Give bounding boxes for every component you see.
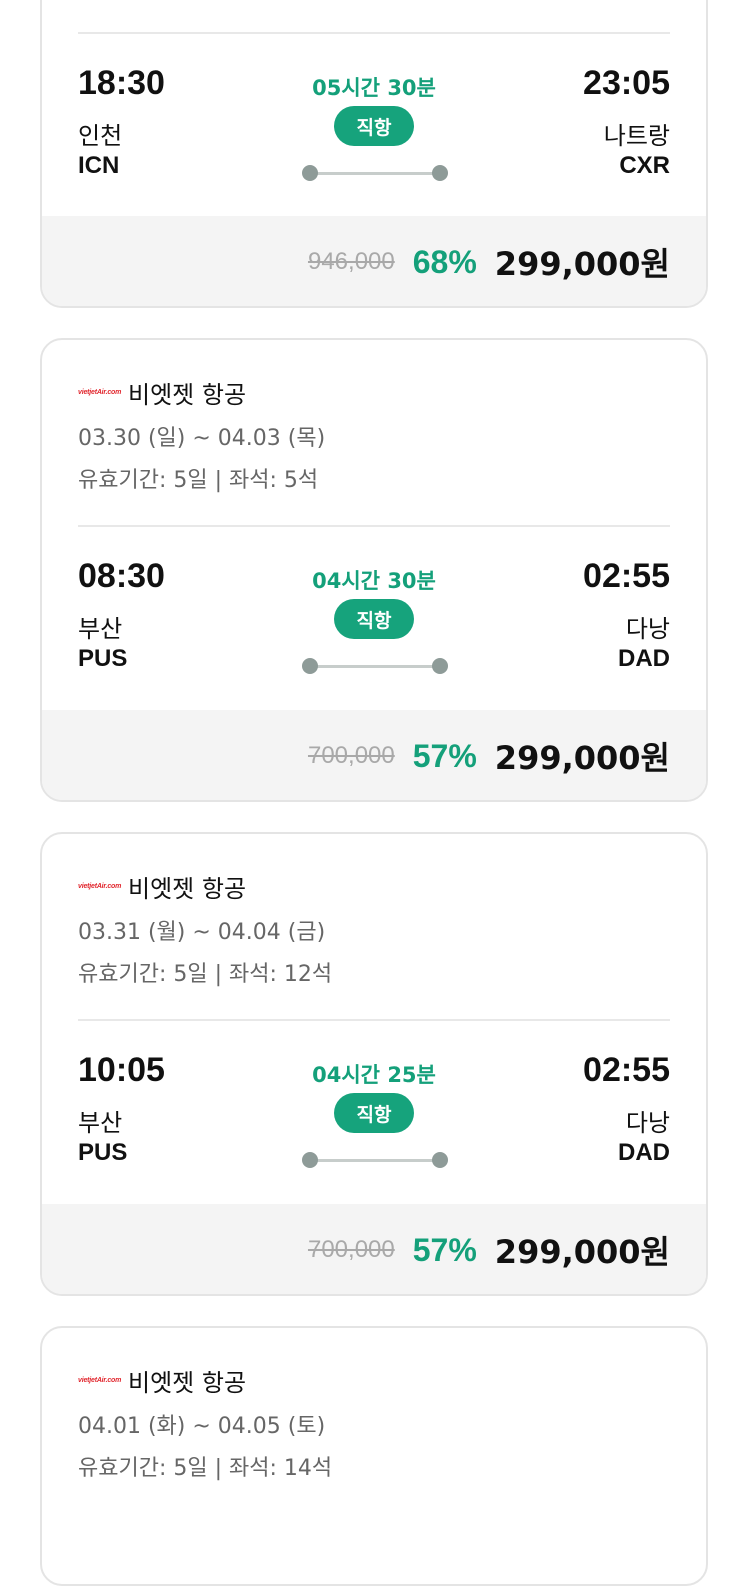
original-price: 700,000 <box>307 1236 395 1263</box>
validity-seats: 유효기간: 5일 | 좌석: 12석 <box>78 962 333 987</box>
flight-card[interactable]: 18:30 인천 ICN 05시간 30분 직항 23:05 나트랑 CXR 9… <box>40 0 708 308</box>
airline-name: 비엣젯 항공 <box>128 380 247 409</box>
travel-dates: 03.31 (월) ~ 04.04 (금) <box>78 920 326 945</box>
departure-city: 부산 <box>78 615 123 643</box>
route-line <box>310 665 440 668</box>
airline-row: vietjetAir.com 비엣젯 항공 <box>78 1328 670 1397</box>
route-start-dot <box>302 1152 318 1168</box>
airline-name: 비엣젯 항공 <box>128 874 247 903</box>
arrival-city: 나트랑 <box>603 122 670 150</box>
arrival-code: DAD <box>618 645 670 672</box>
route-line <box>310 172 440 175</box>
vietjet-logo-icon: vietjetAir.com <box>78 882 122 890</box>
flight-row: 08:30 부산 PUS 04시간 30분 직항 02:55 다낭 DAD <box>78 527 670 677</box>
departure-city: 인천 <box>78 122 123 150</box>
price-bar: 946,000 68% 299,000원 <box>42 216 706 306</box>
route-end-dot <box>432 165 448 181</box>
airline-row: vietjetAir.com 비엣젯 항공 <box>78 340 670 409</box>
arrival-city: 다낭 <box>625 1109 670 1137</box>
flight-row: 18:30 인천 ICN 05시간 30분 직항 23:05 나트랑 CXR <box>78 34 670 184</box>
airline-row: vietjetAir.com 비엣젯 항공 <box>78 834 670 903</box>
price-bar: 700,000 57% 299,000원 <box>42 1204 706 1294</box>
direct-flight-badge: 직항 <box>334 1093 414 1133</box>
departure-code: PUS <box>78 645 128 672</box>
flight-card[interactable]: vietjetAir.com 비엣젯 항공 04.01 (화) ~ 04.05 … <box>40 1326 708 1586</box>
vietjet-logo-icon: vietjetAir.com <box>78 388 122 396</box>
final-price: 299,000원 <box>494 1233 670 1271</box>
vietjet-logo-icon: vietjetAir.com <box>78 1376 122 1384</box>
original-price: 946,000 <box>307 248 395 275</box>
direct-flight-badge: 직항 <box>334 599 414 639</box>
direct-flight-badge: 직항 <box>334 106 414 146</box>
flight-card[interactable]: vietjetAir.com 비엣젯 항공 03.31 (월) ~ 04.04 … <box>40 832 708 1296</box>
price-bar: 700,000 57% 299,000원 <box>42 710 706 800</box>
final-price: 299,000원 <box>494 739 670 777</box>
travel-dates: 03.30 (일) ~ 04.03 (목) <box>78 426 326 451</box>
flight-duration: 04시간 30분 <box>312 569 436 593</box>
departure-city: 부산 <box>78 1109 123 1137</box>
arrival-time: 02:55 <box>583 1051 670 1089</box>
route-start-dot <box>302 165 318 181</box>
arrival-code: CXR <box>619 152 670 179</box>
validity-seats: 유효기간: 5일 | 좌석: 5석 <box>78 468 319 493</box>
flight-card[interactable]: vietjetAir.com 비엣젯 항공 03.30 (일) ~ 04.03 … <box>40 338 708 802</box>
departure-code: PUS <box>78 1139 128 1166</box>
route-end-dot <box>432 658 448 674</box>
airline-name: 비엣젯 항공 <box>128 1368 247 1397</box>
travel-dates: 04.01 (화) ~ 04.05 (토) <box>78 1414 326 1439</box>
arrival-time: 02:55 <box>583 557 670 595</box>
flight-duration: 05시간 30분 <box>312 76 436 100</box>
arrival-time: 23:05 <box>583 64 670 102</box>
route-start-dot <box>302 658 318 674</box>
discount-rate: 57% <box>412 1231 477 1268</box>
departure-code: ICN <box>78 152 120 179</box>
flight-row: 10:05 부산 PUS 04시간 25분 직항 02:55 다낭 DAD <box>78 1021 670 1171</box>
route-end-dot <box>432 1152 448 1168</box>
validity-seats: 유효기간: 5일 | 좌석: 14석 <box>78 1456 333 1481</box>
arrival-code: DAD <box>618 1139 670 1166</box>
discount-rate: 68% <box>412 243 477 280</box>
final-price: 299,000원 <box>494 245 670 283</box>
original-price: 700,000 <box>307 742 395 769</box>
discount-rate: 57% <box>412 737 477 774</box>
arrival-city: 다낭 <box>625 615 670 643</box>
route-line <box>310 1159 440 1162</box>
flight-duration: 04시간 25분 <box>312 1063 436 1087</box>
